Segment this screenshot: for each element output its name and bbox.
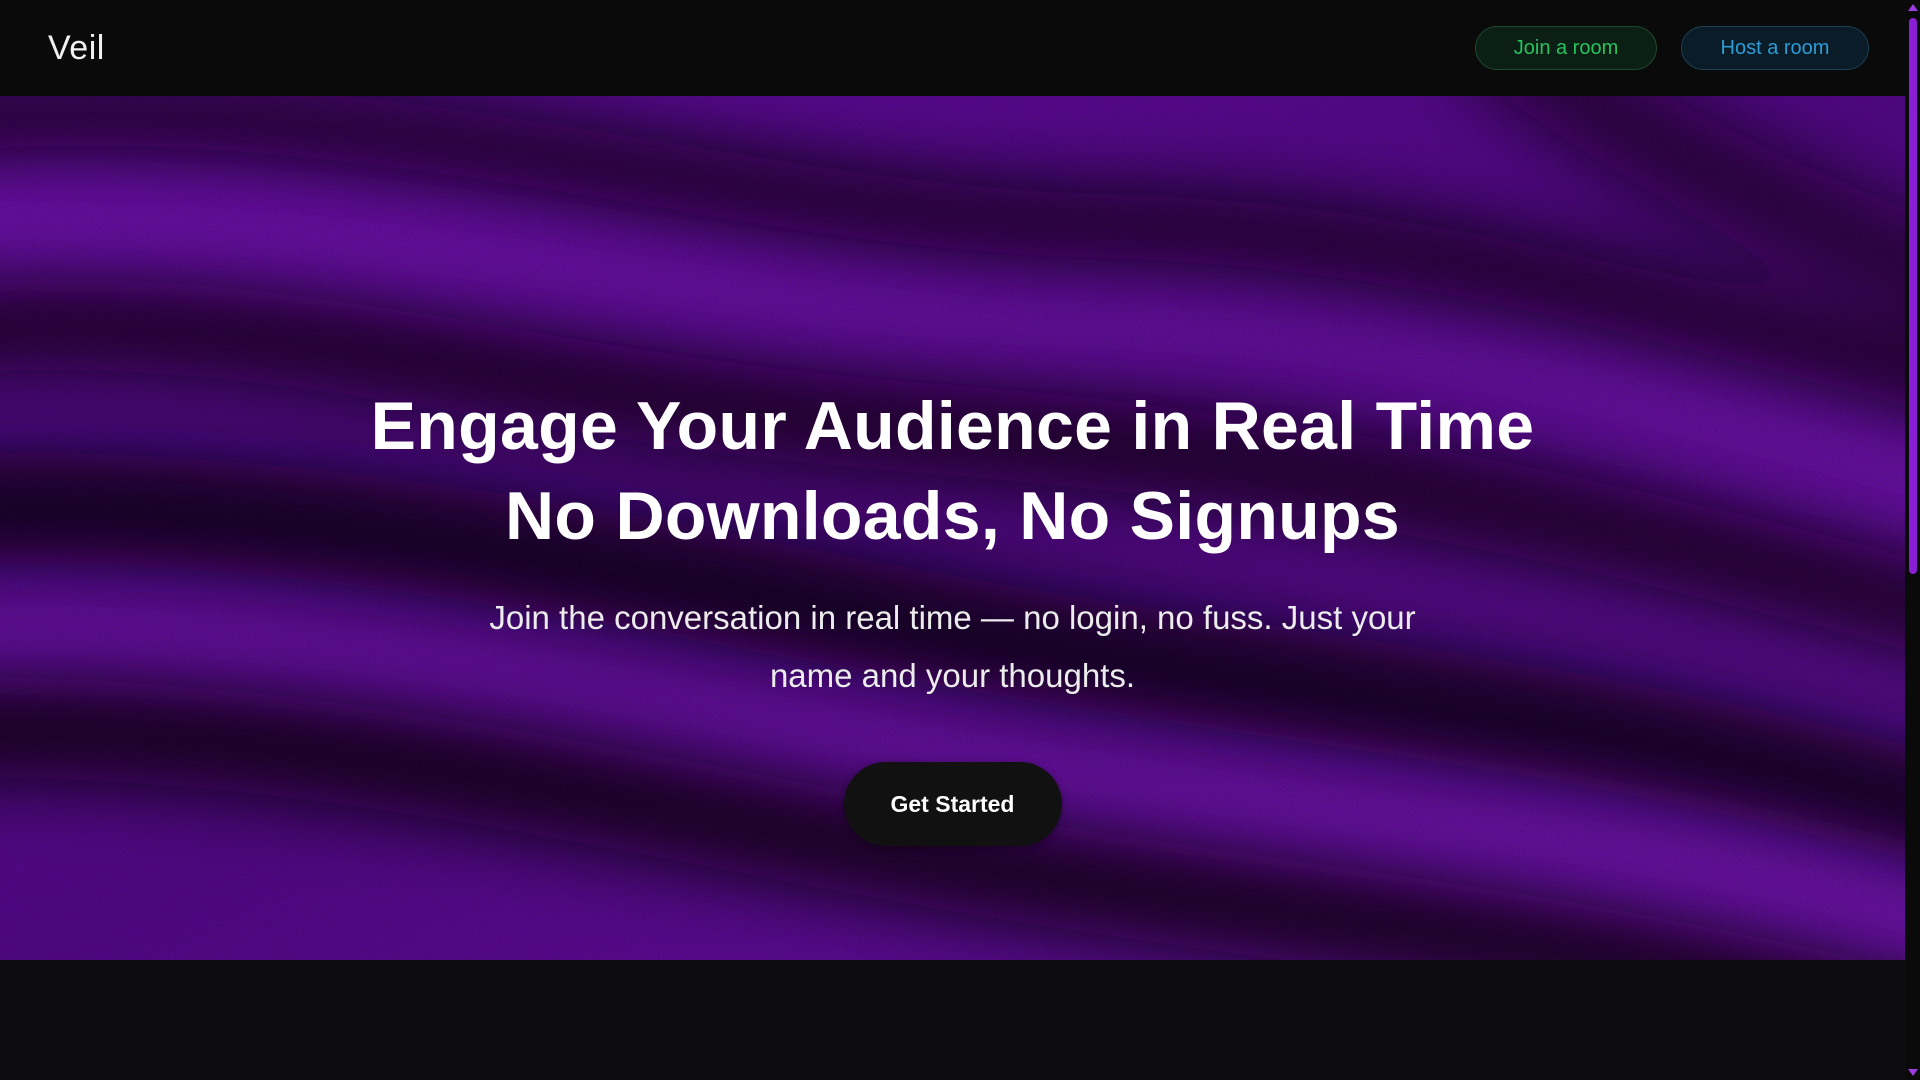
lower-section: [0, 960, 1905, 1080]
top-navbar: Veil Join a room Host a room: [0, 0, 1905, 96]
hero-headline: Engage Your Audience in Real Time No Dow…: [371, 381, 1535, 561]
chevron-down-icon[interactable]: [1908, 1069, 1918, 1076]
hero-content: Engage Your Audience in Real Time No Dow…: [0, 96, 1905, 960]
hero-subtitle: Join the conversation in real time — no …: [489, 599, 1416, 694]
hero-section: Engage Your Audience in Real Time No Dow…: [0, 96, 1905, 960]
headline-line-2: No Downloads, No Signups: [505, 478, 1400, 554]
chevron-up-icon[interactable]: [1908, 4, 1918, 11]
nav-actions: Join a room Host a room: [1475, 26, 1869, 70]
page: Veil Join a room Host a room Engage Your…: [0, 0, 1920, 1080]
join-room-button[interactable]: Join a room: [1475, 26, 1657, 70]
scrollbar-thumb[interactable]: [1909, 18, 1917, 574]
brand-logo[interactable]: Veil: [48, 29, 105, 68]
headline-line-1: Engage Your Audience in Real Time: [370, 388, 1535, 464]
get-started-button[interactable]: Get Started: [843, 762, 1062, 846]
page-scrollbar[interactable]: [1905, 0, 1920, 1080]
host-room-button[interactable]: Host a room: [1681, 26, 1869, 70]
